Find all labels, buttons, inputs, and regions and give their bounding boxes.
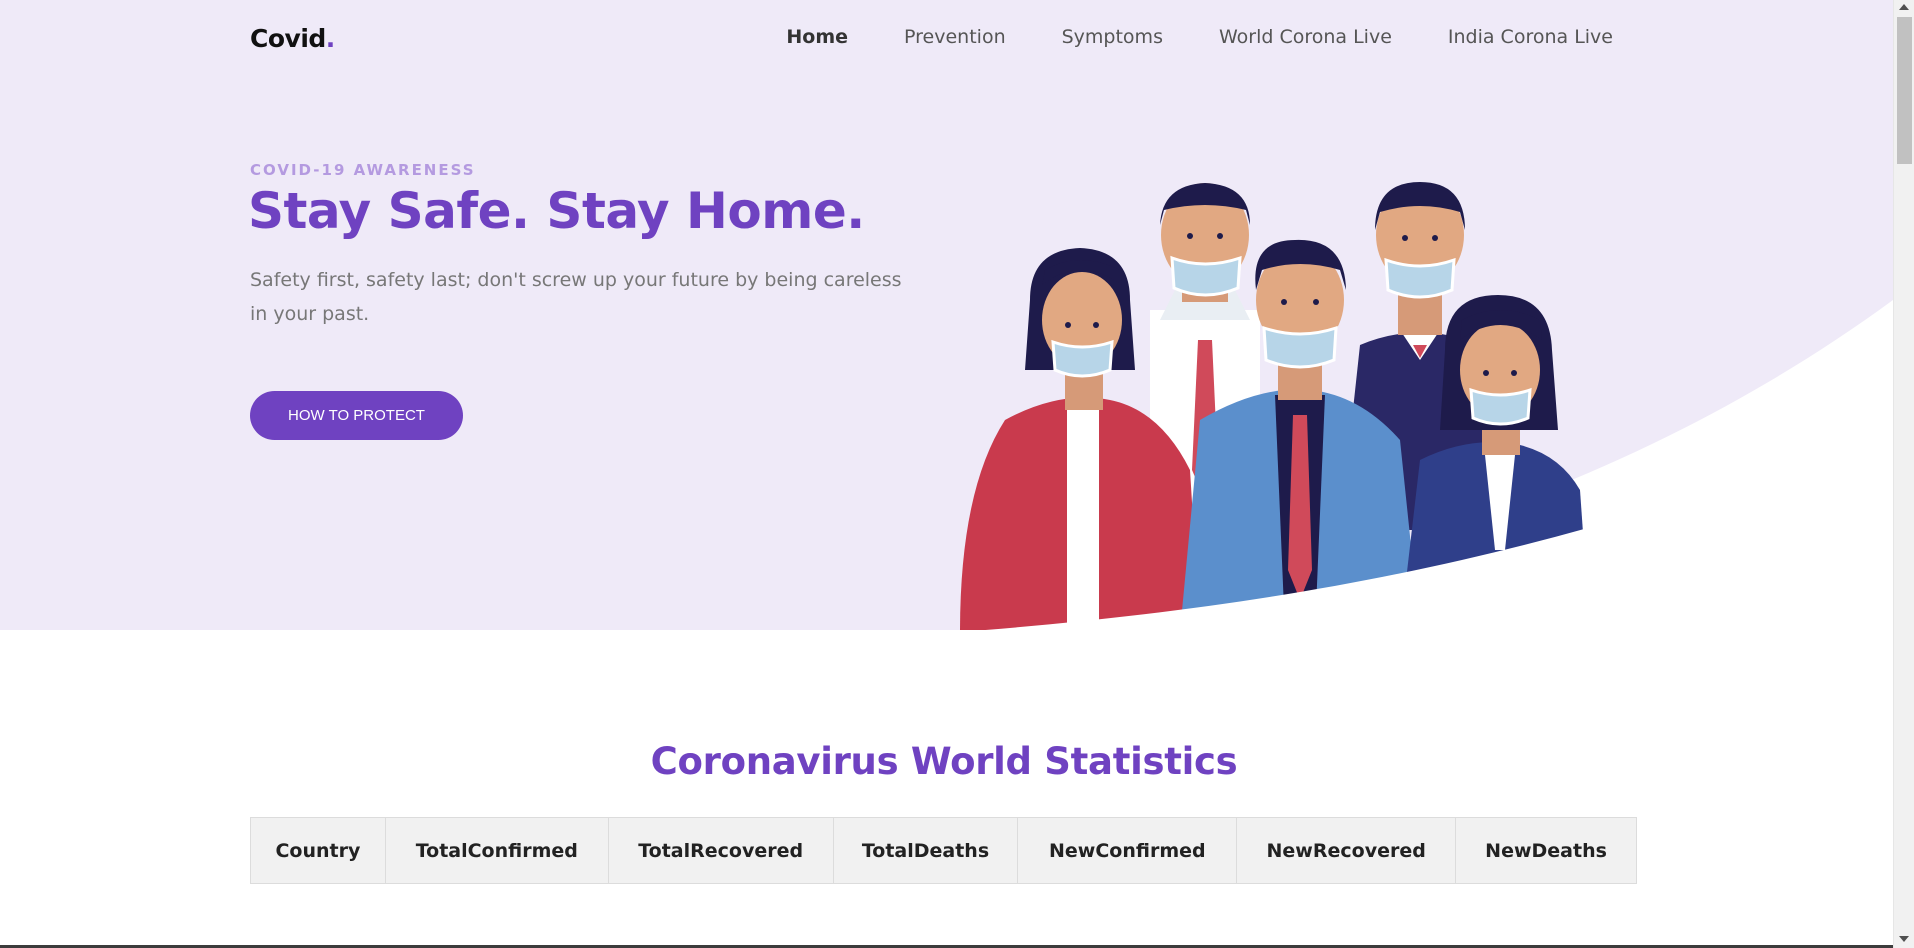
col-total-recovered: TotalRecovered bbox=[607, 817, 834, 884]
col-new-recovered: NewRecovered bbox=[1236, 817, 1457, 884]
navbar: Covid. Home Prevention Symptoms World Co… bbox=[0, 0, 1893, 78]
nav-link-symptoms[interactable]: Symptoms bbox=[1062, 26, 1163, 48]
hero-eyebrow: COVID-19 AWARENESS bbox=[250, 161, 476, 179]
nav-links: Home Prevention Symptoms World Corona Li… bbox=[730, 26, 1613, 48]
nav-link-prevention[interactable]: Prevention bbox=[904, 26, 1006, 48]
hero-text: Safety first, safety last; don't screw u… bbox=[250, 269, 902, 325]
hero-title: Stay Safe. Stay Home. bbox=[248, 182, 865, 240]
scroll-up-arrow-icon[interactable] bbox=[1899, 4, 1909, 10]
col-new-deaths: NewDeaths bbox=[1455, 817, 1637, 884]
col-total-deaths: TotalDeaths bbox=[832, 817, 1019, 884]
scroll-down-arrow-icon[interactable] bbox=[1899, 936, 1909, 942]
page: Covid. Home Prevention Symptoms World Co… bbox=[0, 0, 1893, 948]
vertical-scrollbar[interactable] bbox=[1893, 0, 1914, 948]
stats-table-header-row: Country TotalConfirmed TotalRecovered To… bbox=[250, 817, 1637, 884]
masked-people-illustration bbox=[960, 182, 1650, 630]
col-country: Country bbox=[250, 817, 386, 884]
stats-title: Coronavirus World Statistics bbox=[650, 740, 1238, 783]
col-total-confirmed: TotalConfirmed bbox=[384, 817, 609, 884]
stats-table: Country TotalConfirmed TotalRecovered To… bbox=[250, 817, 1637, 884]
logo[interactable]: Covid. bbox=[250, 24, 335, 53]
nav-link-india-corona-live[interactable]: India Corona Live bbox=[1448, 26, 1613, 48]
nav-link-world-corona-live[interactable]: World Corona Live bbox=[1219, 26, 1392, 48]
nav-link-home[interactable]: Home bbox=[786, 26, 848, 48]
hero-section: Covid. Home Prevention Symptoms World Co… bbox=[0, 0, 1893, 630]
col-new-confirmed: NewConfirmed bbox=[1017, 817, 1238, 884]
person-front-left bbox=[960, 248, 1200, 630]
scrollbar-thumb[interactable] bbox=[1897, 17, 1912, 164]
how-to-protect-button[interactable]: HOW TO PROTECT bbox=[250, 391, 463, 440]
